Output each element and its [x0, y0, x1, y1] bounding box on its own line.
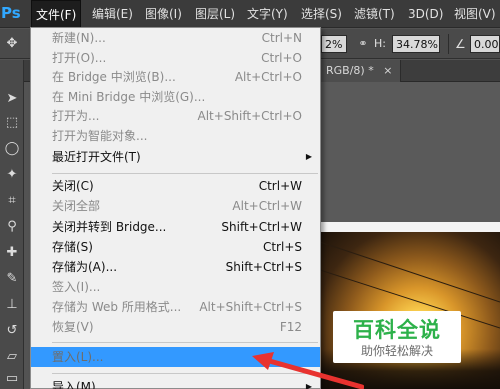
width-percent-field[interactable]: 2% [321, 35, 347, 53]
menu-item-save-as[interactable]: 存储为(A)... Shift+Ctrl+S [31, 257, 320, 277]
photoshop-logo: Ps [1, 4, 21, 22]
menu-item-open-as[interactable]: 打开为... Alt+Shift+Ctrl+O [31, 106, 320, 126]
marquee-tool-icon[interactable]: ⬚ [3, 114, 21, 132]
document-tab[interactable]: RGB/8) * × [320, 60, 402, 82]
menu-separator [52, 342, 318, 343]
watermark-title: 百科全说 [353, 318, 441, 342]
canvas-border [320, 222, 500, 232]
menu-separator [52, 173, 318, 174]
menu-edit[interactable]: 编辑(E) [88, 0, 137, 28]
menu-image[interactable]: 图像(I) [141, 0, 186, 28]
menu-item-new[interactable]: 新建(N)... Ctrl+N [31, 28, 320, 48]
eraser-tool-icon[interactable]: ▱ [3, 348, 21, 366]
healing-brush-icon[interactable]: ✚ [3, 244, 21, 262]
menu-item-save[interactable]: 存储(S) Ctrl+S [31, 237, 320, 257]
file-menu-dropdown: 新建(N)... Ctrl+N 打开(O)... Ctrl+O 在 Bridge… [30, 27, 321, 389]
menu-item-recent-files[interactable]: 最近打开文件(T) ▶ [31, 147, 320, 167]
height-percent-field[interactable]: 34.78% [392, 35, 440, 53]
menu-filter[interactable]: 滤镜(T) [350, 0, 399, 28]
options-divider [448, 34, 449, 54]
menu-item-save-for-web[interactable]: 存储为 Web 所用格式... Alt+Shift+Ctrl+S [31, 297, 320, 317]
menu-item-close-all[interactable]: 关闭全部 Alt+Ctrl+W [31, 196, 320, 216]
magic-wand-icon[interactable]: ✦ [3, 166, 21, 184]
eyedropper-icon[interactable]: ⚲ [3, 218, 21, 236]
gradient-tool-icon[interactable]: ▭ [3, 370, 21, 388]
history-brush-icon[interactable]: ↺ [3, 322, 21, 340]
menu-select[interactable]: 选择(S) [297, 0, 346, 28]
crop-tool-icon[interactable]: ⌗ [3, 192, 21, 210]
move-tool-icon[interactable]: ➤ [3, 90, 21, 108]
menu-type[interactable]: 文字(Y) [243, 0, 292, 28]
menu-bar: Ps 文件(F) 编辑(E) 图像(I) 图层(L) 文字(Y) 选择(S) 滤… [0, 0, 500, 29]
link-icon[interactable]: ⚭ [354, 35, 372, 53]
angle-icon: ∠ [455, 37, 466, 51]
menu-item-browse-mini-bridge[interactable]: 在 Mini Bridge 中浏览(G)... [31, 87, 320, 107]
menu-item-open-smart-object[interactable]: 打开为智能对象... [31, 126, 320, 146]
menu-3d[interactable]: 3D(D) [404, 0, 447, 28]
submenu-arrow-icon: ▶ [305, 152, 312, 161]
toolbox: ➤ ⬚ ◯ ✦ ⌗ ⚲ ✚ ✎ ⊥ ↺ ▱ ▭ [0, 60, 24, 389]
menu-item-close[interactable]: 关闭(C) Ctrl+W [31, 176, 320, 196]
lasso-tool-icon[interactable]: ◯ [3, 140, 21, 158]
height-label: H: [374, 37, 386, 50]
menu-layer[interactable]: 图层(L) [191, 0, 239, 28]
menu-item-revert[interactable]: 恢复(V) F12 [31, 317, 320, 337]
menu-view[interactable]: 视图(V) [450, 0, 500, 28]
document-tab-label: RGB/8) * [326, 64, 374, 77]
menu-item-browse-bridge[interactable]: 在 Bridge 中浏览(B)... Alt+Ctrl+O [31, 67, 320, 87]
annotation-arrow-icon [252, 352, 364, 389]
angle-field[interactable]: 0.00 [470, 35, 500, 53]
menu-item-open[interactable]: 打开(O)... Ctrl+O [31, 48, 320, 68]
options-tool-icon: ✥ [6, 36, 18, 51]
clone-stamp-icon[interactable]: ⊥ [3, 296, 21, 314]
menu-item-check-in[interactable]: 签入(I)... [31, 277, 320, 297]
close-tab-icon[interactable]: × [383, 64, 392, 77]
menu-item-close-go-bridge[interactable]: 关闭并转到 Bridge... Shift+Ctrl+W [31, 217, 320, 237]
brush-tool-icon[interactable]: ✎ [3, 270, 21, 288]
menu-file[interactable]: 文件(F) [31, 0, 82, 29]
